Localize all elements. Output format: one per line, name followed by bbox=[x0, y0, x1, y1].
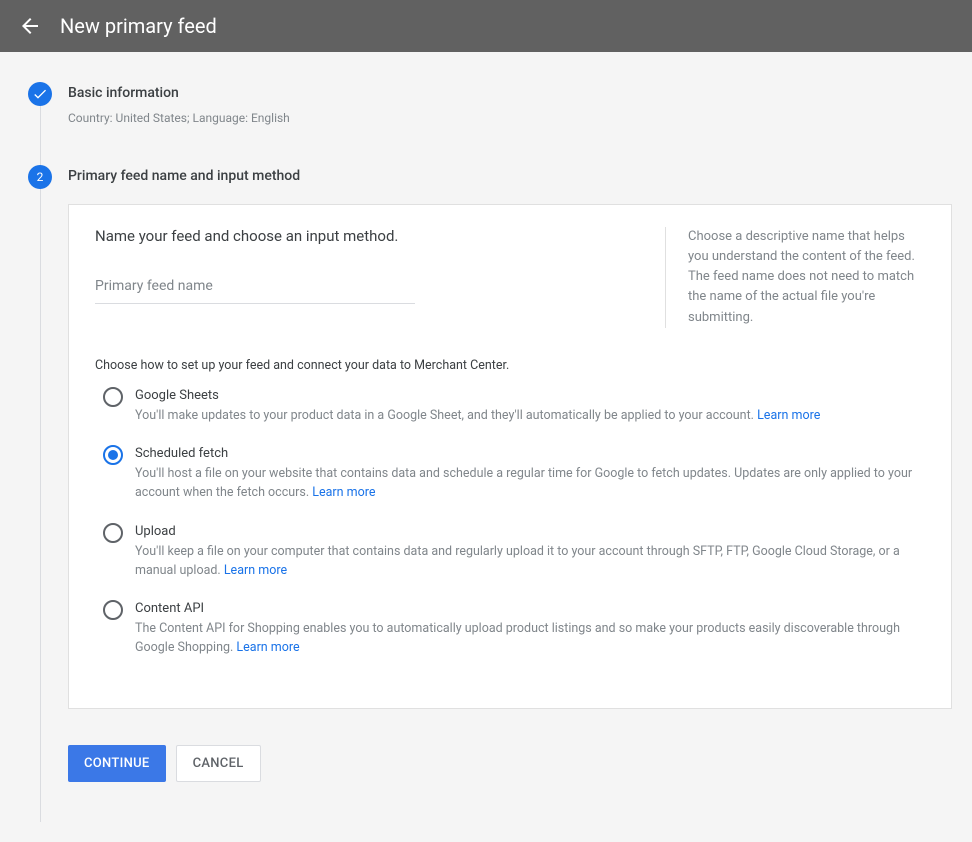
step-2-title: Primary feed name and input method bbox=[68, 168, 952, 184]
learn-more-google-sheets[interactable]: Learn more bbox=[757, 408, 820, 423]
feed-name-field[interactable] bbox=[95, 275, 415, 304]
step-1-marker-complete[interactable] bbox=[28, 82, 52, 106]
step-primary-feed-name: 2 Primary feed name and input method Nam… bbox=[28, 165, 952, 822]
radio-option-upload[interactable]: Upload You'll keep a file on your comput… bbox=[103, 523, 925, 581]
input-method-intro: Choose how to set up your feed and conne… bbox=[95, 358, 925, 373]
input-method-radio-group: Google Sheets You'll make updates to you… bbox=[95, 387, 925, 658]
content-area: Basic information Country: United States… bbox=[0, 52, 972, 842]
radio-label-scheduled-fetch: Scheduled fetch bbox=[135, 446, 925, 461]
radio-google-sheets[interactable] bbox=[103, 387, 123, 407]
action-buttons: Continue Cancel bbox=[68, 745, 952, 782]
radio-desc-upload: You'll keep a file on your computer that… bbox=[135, 543, 925, 581]
header-bar: New primary feed bbox=[0, 0, 972, 52]
continue-button[interactable]: Continue bbox=[68, 745, 166, 782]
back-arrow-icon[interactable] bbox=[18, 14, 42, 38]
radio-option-google-sheets[interactable]: Google Sheets You'll make updates to you… bbox=[103, 387, 925, 426]
radio-desc-scheduled-fetch: You'll host a file on your website that … bbox=[135, 465, 925, 503]
radio-label-upload: Upload bbox=[135, 524, 925, 539]
radio-content-api[interactable] bbox=[103, 600, 123, 620]
check-icon bbox=[32, 86, 48, 102]
feed-name-input[interactable] bbox=[95, 275, 415, 297]
radio-option-content-api[interactable]: Content API The Content API for Shopping… bbox=[103, 600, 925, 658]
learn-more-scheduled-fetch[interactable]: Learn more bbox=[312, 485, 375, 500]
learn-more-upload[interactable]: Learn more bbox=[224, 563, 287, 578]
step-2-marker: 2 bbox=[28, 165, 52, 189]
help-panel: Choose a descriptive name that helps you… bbox=[665, 227, 925, 328]
radio-option-scheduled-fetch[interactable]: Scheduled fetch You'll host a file on yo… bbox=[103, 445, 925, 503]
cancel-button[interactable]: Cancel bbox=[176, 745, 261, 782]
radio-desc-google-sheets: You'll make updates to your product data… bbox=[135, 407, 925, 426]
learn-more-content-api[interactable]: Learn more bbox=[236, 640, 299, 655]
step-1-title: Basic information bbox=[68, 85, 952, 101]
radio-desc-content-api: The Content API for Shopping enables you… bbox=[135, 620, 925, 658]
radio-upload[interactable] bbox=[103, 523, 123, 543]
steps-container: Basic information Country: United States… bbox=[28, 82, 952, 822]
step-2-card: Name your feed and choose an input metho… bbox=[68, 204, 952, 709]
card-instruction: Name your feed and choose an input metho… bbox=[95, 227, 635, 245]
step-1-summary: Country: United States; Language: Englis… bbox=[68, 111, 952, 125]
radio-label-content-api: Content API bbox=[135, 601, 925, 616]
page-title: New primary feed bbox=[60, 14, 217, 38]
radio-label-google-sheets: Google Sheets bbox=[135, 388, 925, 403]
radio-scheduled-fetch[interactable] bbox=[103, 445, 123, 465]
step-basic-information: Basic information Country: United States… bbox=[28, 82, 952, 165]
